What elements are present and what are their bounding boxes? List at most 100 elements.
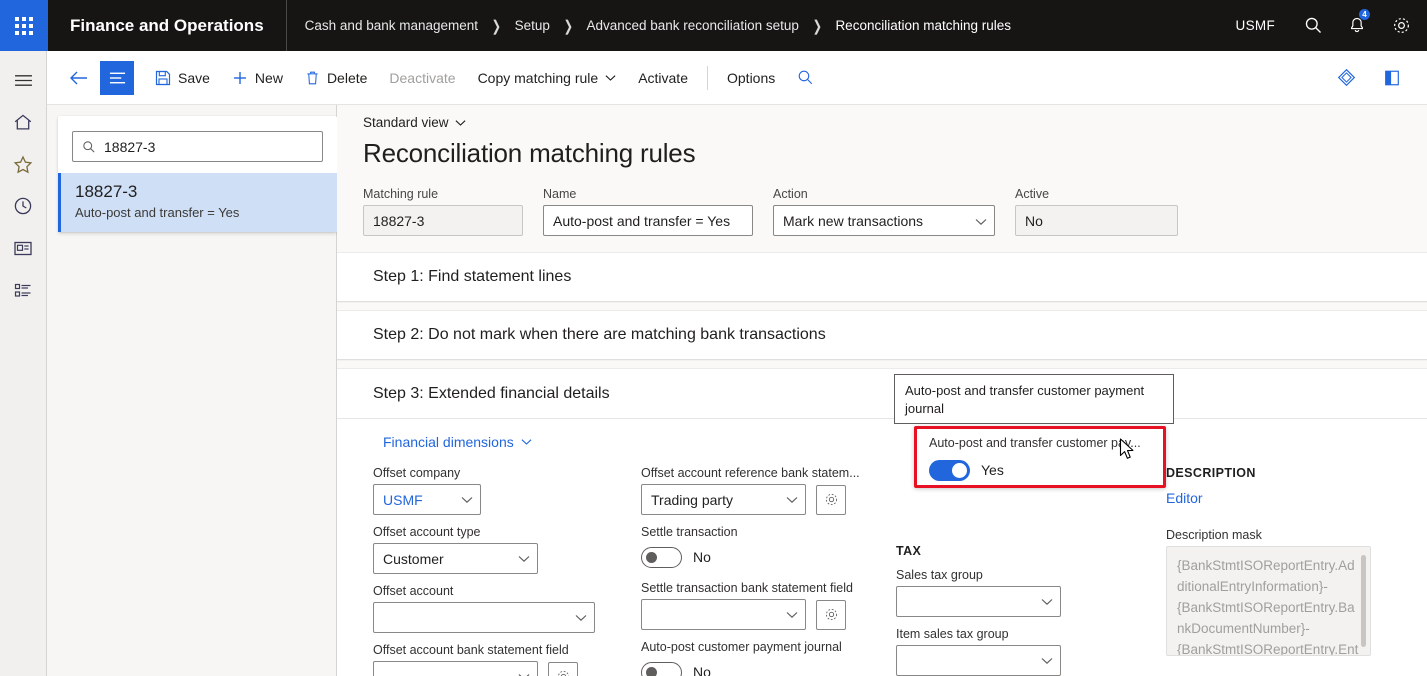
chevron-down-icon [518, 673, 530, 676]
field-offset-account: Offset account [373, 584, 641, 633]
toolbar-right-actions [1329, 61, 1427, 95]
delete-label: Delete [326, 69, 368, 86]
offset-account-reference-select[interactable]: Trading party [641, 484, 806, 515]
chevron-down-icon [518, 555, 530, 562]
search-input[interactable] [104, 138, 313, 155]
settle-transaction-toggle[interactable] [641, 546, 682, 568]
gear-icon[interactable] [816, 484, 846, 515]
step-3-header[interactable]: Step 3: Extended financial details [337, 369, 1427, 419]
plus-icon [233, 71, 246, 84]
field-sales-tax-group: Sales tax group [896, 568, 1166, 617]
options-button[interactable]: Options [716, 61, 786, 95]
breadcrumb-item-3[interactable]: Reconciliation matching rules [835, 18, 1011, 33]
item-sales-tax-group-select[interactable] [896, 645, 1061, 676]
field-item-sales-tax-group: Item sales tax group [896, 627, 1166, 676]
settle-transaction-value: No [693, 549, 711, 565]
offset-account-bank-statement-select[interactable] [373, 661, 538, 676]
modules-icon[interactable] [3, 274, 43, 306]
delete-button[interactable]: Delete [294, 61, 378, 95]
breadcrumb-item-1[interactable]: Setup [515, 18, 550, 33]
gear-icon[interactable] [1379, 0, 1423, 51]
chevron-down-icon [521, 439, 532, 445]
notification-badge: 4 [1359, 9, 1370, 20]
activate-button[interactable]: Activate [627, 61, 699, 95]
breadcrumb-item-2[interactable]: Advanced bank reconciliation setup [586, 18, 798, 33]
auto-post-and-transfer-toggle[interactable] [929, 459, 970, 481]
action-select[interactable]: Mark new transactions [773, 205, 995, 236]
chevron-down-icon [786, 611, 798, 618]
company-selector[interactable]: USMF [1220, 18, 1291, 33]
description-mask-value[interactable]: {BankStmtISOReportEntry.AdditionalEntryI… [1166, 546, 1371, 656]
chevron-down-icon [455, 119, 466, 126]
star-icon[interactable] [3, 148, 43, 180]
copy-matching-rule-button[interactable]: Copy matching rule [467, 61, 628, 95]
gear-icon[interactable] [816, 599, 846, 630]
field-label: Offset account reference bank statem... [641, 466, 860, 480]
sales-tax-group-select[interactable] [896, 586, 1061, 617]
field-label: Offset company [373, 466, 461, 480]
name-input[interactable]: Auto-post and transfer = Yes [543, 205, 753, 236]
bell-icon[interactable]: 4 [1335, 0, 1379, 51]
field-label: Auto-post customer payment journal [641, 640, 842, 654]
gem-icon[interactable] [1329, 61, 1363, 95]
hamburger-icon[interactable] [3, 64, 43, 96]
step-2-header[interactable]: Step 2: Do not mark when there are match… [337, 310, 1427, 360]
new-label: New [254, 69, 283, 86]
save-button[interactable]: Save [144, 61, 221, 95]
chevron-right-icon: ❯ [563, 17, 573, 35]
auto-post-customer-payment-journal-toggle[interactable] [641, 661, 682, 676]
field-label: Action [773, 187, 808, 201]
save-label: Save [178, 69, 210, 86]
column-tax: TAX Sales tax group Item sales tax group [896, 466, 1166, 676]
app-launcher-icon[interactable] [0, 0, 48, 51]
toolbar-search-icon[interactable] [786, 61, 825, 95]
offset-account-type-value: Customer [383, 550, 444, 567]
top-navigation-bar: Finance and Operations Cash and bank man… [0, 0, 1427, 51]
auto-post-customer-payment-journal-value: No [693, 664, 711, 676]
step-3-title: Step 3: Extended financial details [373, 384, 610, 402]
gear-icon[interactable] [548, 661, 578, 676]
list-item[interactable]: 18827-3 Auto-post and transfer = Yes [58, 173, 337, 232]
description-mask-label: Description mask [1166, 528, 1262, 542]
field-label: Item sales tax group [896, 627, 1009, 641]
scrollbar[interactable] [1361, 555, 1366, 647]
description-section-title: DESCRIPTION [1166, 466, 1256, 480]
step-3-columns: Offset company USMF Offset account type [337, 466, 1427, 676]
view-selector[interactable]: Standard view [363, 115, 466, 130]
chevron-down-icon [1041, 657, 1053, 664]
home-icon[interactable] [3, 106, 43, 138]
copy-matching-rule-label: Copy matching rule [477, 69, 599, 86]
app-title[interactable]: Finance and Operations [48, 0, 287, 51]
offset-account-select[interactable] [373, 602, 595, 633]
step-3-body: Financial dimensions Offset company USMF [337, 419, 1427, 676]
financial-dimensions-link[interactable]: Financial dimensions [383, 434, 532, 450]
breadcrumb-item-0[interactable]: Cash and bank management [305, 18, 478, 33]
offset-company-value: USMF [383, 491, 423, 508]
field-label: Settle transaction [641, 525, 738, 539]
field-label: Offset account [373, 584, 454, 598]
matching-rule-value[interactable]: 18827-3 [363, 205, 523, 236]
new-button[interactable]: New [221, 61, 294, 95]
settle-transaction-bank-statement-select[interactable] [641, 599, 806, 630]
offset-account-type-select[interactable]: Customer [373, 543, 538, 574]
back-arrow-icon[interactable] [62, 61, 96, 95]
workspace-icon[interactable] [3, 232, 43, 264]
column-description: DESCRIPTION Editor Description mask {Ban… [1166, 466, 1406, 676]
editor-link[interactable]: Editor [1166, 490, 1203, 506]
field-settle-transaction: Settle transaction No [641, 525, 896, 571]
list-menu-icon[interactable] [100, 60, 134, 95]
step-1-header[interactable]: Step 1: Find statement lines [337, 252, 1427, 302]
field-label: Settle transaction bank statement field [641, 581, 853, 595]
clock-icon[interactable] [3, 190, 43, 222]
search-icon[interactable] [1291, 0, 1335, 51]
offset-company-select[interactable]: USMF [373, 484, 481, 515]
chevron-down-icon [975, 213, 987, 229]
list-filter-box[interactable] [72, 131, 323, 162]
main-content: Standard view Reconciliation matching ru… [337, 105, 1427, 676]
field-offset-account-bank-statement: Offset account bank statement field [373, 643, 641, 676]
active-value[interactable]: No [1015, 205, 1178, 236]
open-panel-icon[interactable] [1375, 61, 1409, 95]
view-selector-label: Standard view [363, 115, 449, 130]
